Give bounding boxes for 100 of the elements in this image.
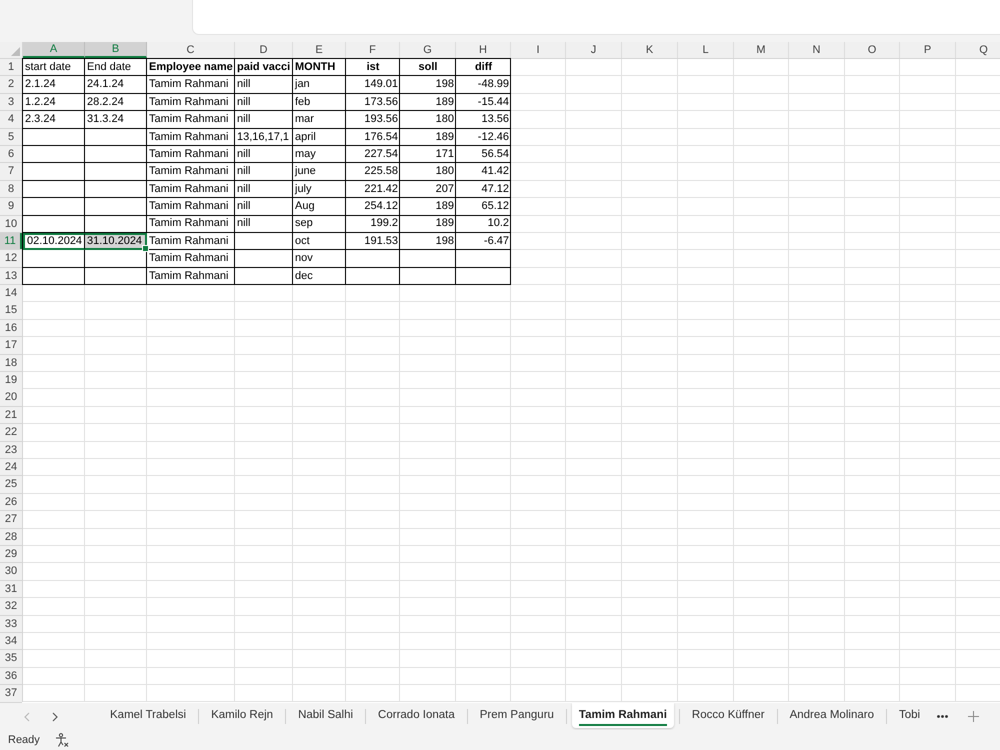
sheet-tab[interactable]: Tamim Rahmani xyxy=(572,703,674,728)
table-cell: -12.46 xyxy=(456,128,511,146)
table-cell: dec xyxy=(293,268,346,286)
row-header[interactable]: 2 xyxy=(0,76,22,93)
row-header[interactable]: 28 xyxy=(0,528,22,546)
table-cell: oct xyxy=(293,232,346,250)
formula-bar-field[interactable] xyxy=(192,0,1000,35)
table-cell: 198 xyxy=(400,232,456,250)
sheet-tab[interactable]: Nabil Salhi xyxy=(291,703,360,728)
row-header[interactable]: 6 xyxy=(0,146,22,162)
table-cell: 173.56 xyxy=(346,94,400,112)
row-header[interactable]: 3 xyxy=(0,94,22,110)
table-cell: Aug xyxy=(293,198,346,216)
sheet-tab[interactable]: Prem Panguru xyxy=(472,703,561,728)
table-cell: 221.42 xyxy=(346,180,400,198)
column-header[interactable]: L xyxy=(678,42,734,58)
column-header[interactable]: M xyxy=(734,42,789,58)
table-cell: Tamim Rahmani xyxy=(147,180,235,198)
table-cell: 41.42 xyxy=(456,163,511,181)
column-header[interactable]: O xyxy=(845,42,900,58)
sheet-tab[interactable]: Corrado Ionata xyxy=(371,703,462,728)
table-cell: soll xyxy=(400,58,456,76)
table-cell: 65.12 xyxy=(456,198,511,216)
row-header[interactable]: 26 xyxy=(0,494,22,510)
fill-handle[interactable] xyxy=(142,245,149,252)
table-cell: Tamim Rahmani xyxy=(147,250,235,268)
sheet-tab[interactable]: Tobi xyxy=(892,703,928,728)
row-header[interactable]: 31 xyxy=(0,580,22,598)
table-cell: nill xyxy=(235,216,293,233)
row-header[interactable]: 33 xyxy=(0,616,22,632)
row-header[interactable]: 17 xyxy=(0,337,22,354)
column-header[interactable]: F xyxy=(346,42,400,58)
column-header[interactable]: N xyxy=(789,42,845,58)
column-header[interactable]: C xyxy=(147,42,235,58)
table-cell: Tamim Rahmani xyxy=(147,76,235,94)
table-cell: Tamim Rahmani xyxy=(147,128,235,146)
row-header[interactable]: 16 xyxy=(0,320,22,336)
row-header[interactable]: 20 xyxy=(0,389,22,406)
table-cell: Tamim Rahmani xyxy=(147,198,235,216)
table-cell: 189 xyxy=(400,94,456,112)
row-header[interactable]: 9 xyxy=(0,198,22,215)
table-cell: 28.2.24 xyxy=(85,94,147,112)
row-header[interactable]: 8 xyxy=(0,180,22,198)
table-cell: 180 xyxy=(400,163,456,181)
table-cell: mar xyxy=(293,111,346,129)
row-header[interactable]: 14 xyxy=(0,285,22,302)
table-cell: paid vacci xyxy=(235,58,293,76)
sheet-tab[interactable]: Kamel Trabelsi xyxy=(103,703,194,728)
row-header[interactable]: 32 xyxy=(0,598,22,615)
row-header[interactable]: 4 xyxy=(0,111,22,128)
row-header[interactable]: 36 xyxy=(0,668,22,684)
row-header[interactable]: 21 xyxy=(0,406,22,424)
row-header[interactable]: 24 xyxy=(0,458,22,476)
row-header[interactable]: 19 xyxy=(0,372,22,389)
column-header[interactable]: I xyxy=(511,42,566,58)
table-cell: ist xyxy=(346,58,400,76)
table-cell: feb xyxy=(293,94,346,112)
plus-icon xyxy=(968,711,979,722)
sheet-tab[interactable]: Kamilo Rejn xyxy=(204,703,280,728)
column-header[interactable]: K xyxy=(622,42,678,58)
row-header[interactable]: 7 xyxy=(0,163,22,180)
row-header[interactable]: 25 xyxy=(0,476,22,493)
table-cell: 24.1.24 xyxy=(85,76,147,94)
row-header[interactable]: 34 xyxy=(0,632,22,650)
column-header[interactable]: J xyxy=(566,42,622,58)
row-header[interactable]: 29 xyxy=(0,546,22,562)
row-header[interactable]: 13 xyxy=(0,268,22,284)
row-header[interactable]: 30 xyxy=(0,563,22,580)
row-header[interactable]: 10 xyxy=(0,216,22,232)
row-header[interactable]: 23 xyxy=(0,442,22,458)
sheet-tab[interactable]: Andrea Molinaro xyxy=(782,703,881,728)
table-cell: 2.1.24 xyxy=(23,76,85,94)
table-cell: End date xyxy=(85,58,147,76)
row-header[interactable]: 5 xyxy=(0,128,22,146)
column-header[interactable]: P xyxy=(900,42,956,58)
more-icon xyxy=(936,715,948,718)
table-cell: start date xyxy=(23,58,85,76)
row-header[interactable]: 1 xyxy=(0,58,22,76)
table-cell: 227.54 xyxy=(346,146,400,164)
row-header[interactable]: 12 xyxy=(0,250,22,267)
column-header[interactable]: H xyxy=(456,42,511,58)
row-header[interactable]: 22 xyxy=(0,424,22,441)
row-header[interactable]: 35 xyxy=(0,650,22,667)
row-header[interactable]: 37 xyxy=(0,685,22,702)
table-cell: 13,16,17,1 xyxy=(235,128,293,146)
table-cell: 199.2 xyxy=(346,216,400,233)
select-all-button[interactable] xyxy=(0,42,23,58)
column-header[interactable]: E xyxy=(293,42,346,58)
table-cell: 171 xyxy=(400,146,456,164)
table-cell: sep xyxy=(293,216,346,233)
table-cell: Tamim Rahmani xyxy=(147,111,235,129)
table-cell: -48.99 xyxy=(456,76,511,94)
column-header[interactable]: Q xyxy=(956,42,1000,58)
column-header[interactable]: G xyxy=(400,42,456,58)
row-header[interactable]: 15 xyxy=(0,302,22,319)
table-cell: 31.10.2024 xyxy=(85,232,147,250)
row-header[interactable]: 18 xyxy=(0,354,22,372)
column-header[interactable]: D xyxy=(235,42,293,58)
sheet-tab[interactable]: Rocco Küffner xyxy=(684,703,772,728)
row-header[interactable]: 27 xyxy=(0,511,22,528)
